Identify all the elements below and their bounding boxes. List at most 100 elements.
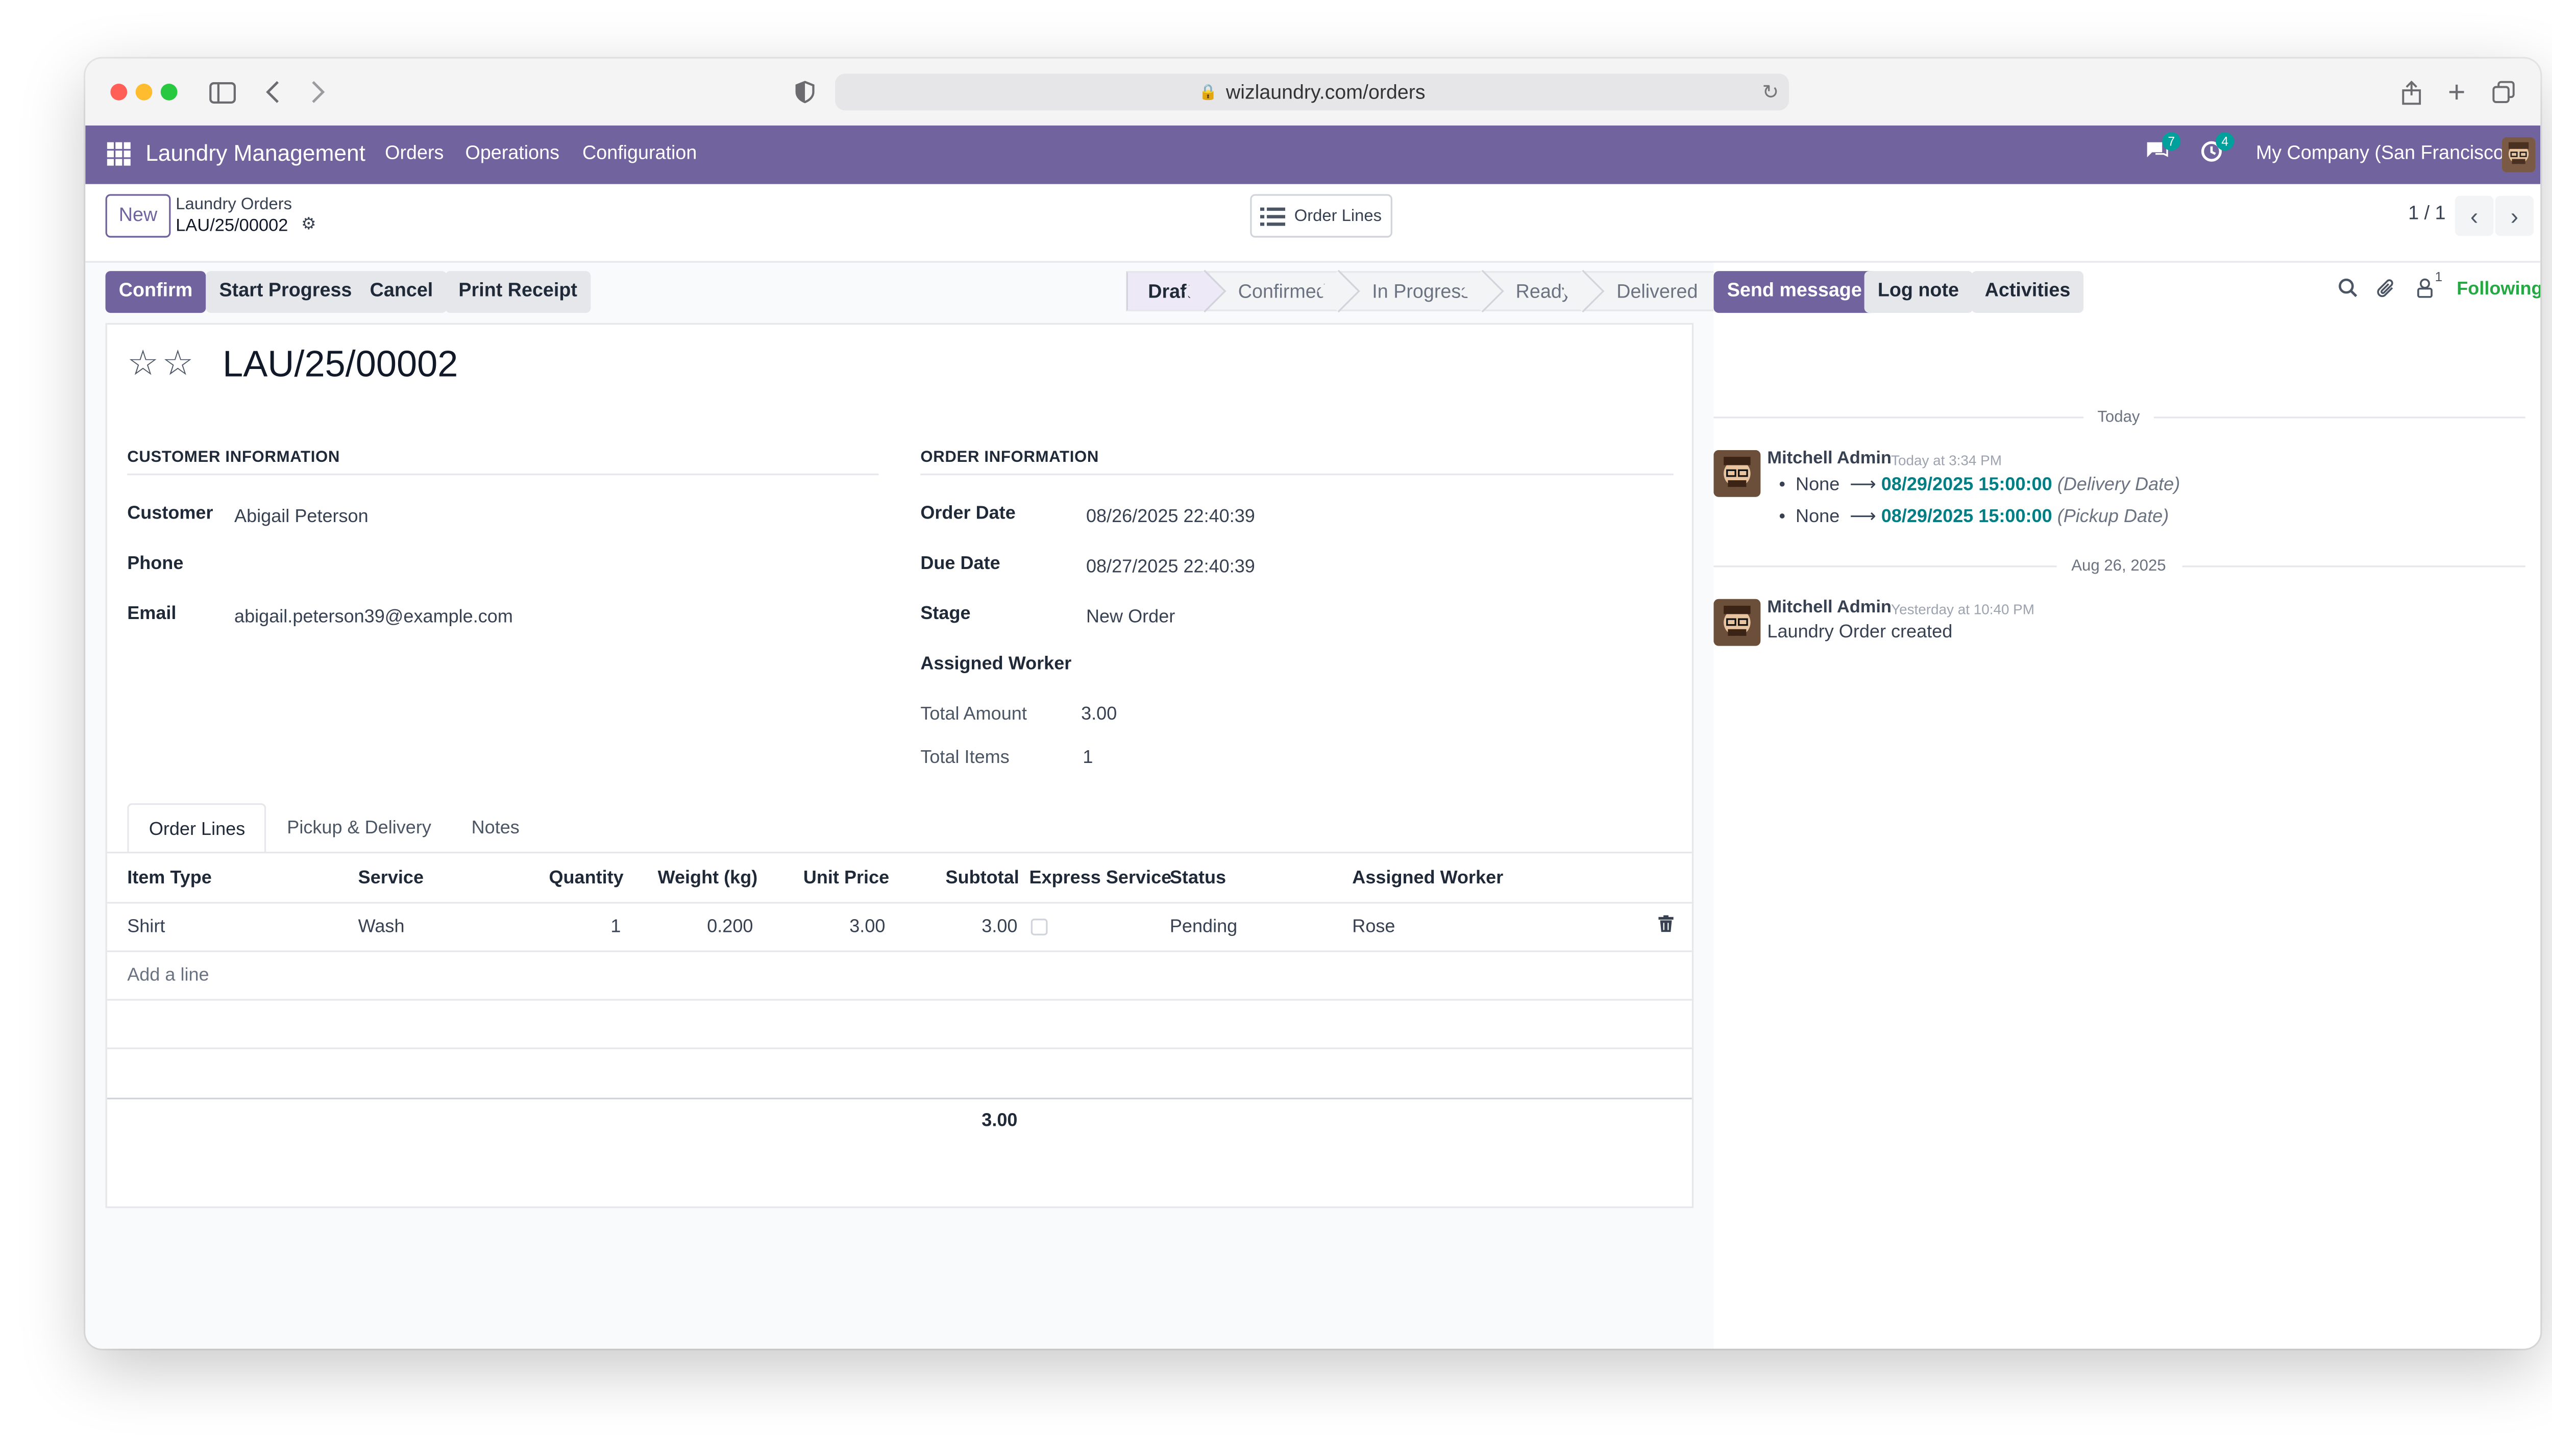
stage-in-progress[interactable]: In Progress (1343, 271, 1487, 311)
pager-previous-icon[interactable]: ‹ (2455, 195, 2494, 236)
add-line-link[interactable]: Add a line (127, 966, 209, 985)
email-field[interactable]: abigail.peterson39@example.com (234, 607, 513, 627)
column-subtotal[interactable]: Subtotal (946, 869, 1019, 889)
send-message-button[interactable]: Send message (1713, 271, 1876, 313)
pager-value[interactable]: 1 / 1 (2408, 204, 2445, 224)
menu-configuration[interactable]: Configuration (582, 144, 697, 164)
forward-icon[interactable] (300, 76, 333, 109)
breadcrumb-parent[interactable]: Laundry Orders (176, 196, 292, 214)
table-row[interactable]: Shirt Wash 1 0.200 3.00 3.00 Pending Ros… (107, 904, 1692, 952)
followers-icon[interactable]: 1 (2417, 269, 2442, 303)
column-assigned-worker[interactable]: Assigned Worker (1352, 869, 1503, 889)
column-unit-price[interactable]: Unit Price (803, 869, 889, 889)
stage-confirmed[interactable]: Confirmed (1210, 271, 1344, 311)
assigned-worker-field[interactable] (1086, 658, 1588, 681)
divider (2153, 416, 2525, 418)
order-date-label: Order Date (920, 503, 1016, 524)
column-item-type[interactable]: Item Type (127, 869, 212, 889)
search-icon[interactable] (2338, 278, 2358, 303)
activities-button[interactable]: Activities (1971, 271, 2084, 313)
total-amount-label: Total Amount (920, 704, 1027, 725)
column-service[interactable]: Service (358, 869, 424, 889)
column-quantity[interactable]: Quantity (549, 869, 623, 889)
share-icon[interactable] (2395, 76, 2428, 109)
apps-menu-icon[interactable] (107, 142, 131, 166)
paperclip-icon[interactable] (2376, 278, 2396, 304)
priority-stars-icon[interactable]: ☆☆ (127, 343, 197, 385)
cell-weight[interactable]: 0.200 (670, 917, 753, 937)
cell-assigned-worker[interactable]: Rose (1352, 917, 1395, 937)
order-lines-smart-button[interactable]: Order Lines (1250, 194, 1392, 238)
customer-label: Customer (127, 503, 213, 524)
top-navbar: Laundry Management Orders Operations Con… (85, 125, 2541, 184)
tab-notes[interactable]: Notes (451, 803, 539, 853)
message-author[interactable]: Mitchell Admin (1767, 449, 1892, 468)
minimize-window-button[interactable] (135, 83, 153, 101)
new-button[interactable]: New (105, 194, 171, 238)
avatar[interactable] (1713, 450, 1761, 497)
tracking-change-delivery-date: • None ⟶ 08/29/2025 15:00:00 (Delivery Da… (1779, 475, 2180, 496)
pager-next-icon[interactable]: › (2495, 195, 2534, 236)
maximize-window-button[interactable] (160, 83, 178, 101)
log-note-button[interactable]: Log note (1864, 271, 1973, 313)
stage-delivered[interactable]: Delivered (1588, 271, 1716, 311)
address-bar[interactable]: 🔒 wizlaundry.com/orders ↻ (835, 73, 1789, 111)
delete-line-icon[interactable] (1658, 915, 1674, 937)
start-progress-button[interactable]: Start Progress (206, 271, 365, 313)
company-switcher[interactable]: My Company (San Francisco) (2256, 144, 2511, 164)
activities-icon[interactable]: 4 (2201, 132, 2235, 167)
avatar[interactable] (1713, 599, 1761, 646)
status-bar: Draft Confirmed In Progress Ready Delive… (1126, 271, 1716, 311)
reload-icon[interactable]: ↻ (1762, 80, 1779, 104)
cancel-button[interactable]: Cancel (356, 271, 447, 313)
close-window-button[interactable] (110, 83, 128, 101)
print-receipt-button[interactable]: Print Receipt (445, 271, 591, 313)
order-date-field[interactable]: 08/26/2025 22:40:39 (1086, 507, 1255, 527)
column-status[interactable]: Status (1170, 869, 1226, 889)
tab-order-lines[interactable]: Order Lines (127, 803, 267, 854)
following-button[interactable]: Following (2457, 280, 2540, 300)
message-time: Yesterday at 10:40 PM (1891, 601, 2034, 618)
phone-label: Phone (127, 554, 184, 574)
divider (127, 473, 879, 476)
message-author[interactable]: Mitchell Admin (1767, 598, 1892, 618)
express-service-checkbox[interactable] (1030, 919, 1048, 935)
cell-subtotal: 3.00 (981, 917, 1018, 937)
stage-label: Stage (920, 604, 971, 624)
menu-operations[interactable]: Operations (465, 144, 559, 164)
user-avatar[interactable] (2501, 137, 2536, 172)
tabs-overview-icon[interactable] (2487, 76, 2520, 109)
confirm-button[interactable]: Confirm (105, 271, 206, 313)
cell-service[interactable]: Wash (358, 917, 405, 937)
column-weight[interactable]: Weight (kg) (658, 869, 758, 889)
new-tab-icon[interactable]: + (2440, 75, 2473, 109)
lock-icon: 🔒 (1198, 83, 1218, 100)
gear-icon[interactable]: ⚙ (301, 216, 316, 234)
tab-pickup-delivery[interactable]: Pickup & Delivery (267, 803, 451, 853)
divider (920, 473, 1674, 476)
cell-unit-price[interactable]: 3.00 (802, 917, 885, 937)
menu-orders[interactable]: Orders (385, 144, 444, 164)
tracking-change-pickup-date: • None ⟶ 08/29/2025 15:00:00 (Pickup Date… (1779, 507, 2169, 527)
messages-icon[interactable]: 7 (2145, 132, 2181, 165)
app-name[interactable]: Laundry Management (145, 140, 365, 165)
order-lines-header: Item Type Service Quantity Weight (kg) U… (107, 853, 1692, 904)
back-icon[interactable] (256, 76, 290, 109)
customer-field[interactable]: Abigail Peterson (234, 507, 369, 527)
sidebar-toggle-icon[interactable] (206, 76, 239, 109)
browser-toolbar: 🔒 wizlaundry.com/orders ↻ + (85, 58, 2541, 126)
phone-field[interactable] (234, 557, 737, 581)
stage-draft[interactable]: Draft (1126, 271, 1210, 311)
stage-field[interactable]: New Order (1086, 607, 1175, 627)
cell-item-type[interactable]: Shirt (127, 917, 165, 937)
shield-icon[interactable] (788, 76, 822, 109)
column-express-service[interactable]: Express Service (1029, 869, 1171, 889)
cell-quantity[interactable]: 1 (559, 917, 621, 937)
date-separator-label: Aug 26, 2025 (2058, 557, 2179, 576)
divider (2182, 565, 2525, 567)
due-date-field[interactable]: 08/27/2025 22:40:39 (1086, 557, 1255, 577)
message-body: Laundry Order created (1767, 622, 1953, 643)
list-icon (1261, 206, 1286, 225)
cell-status[interactable]: Pending (1170, 917, 1237, 937)
chatter-panel: Send message Log note Activities 1 Follo… (1713, 262, 2540, 1349)
